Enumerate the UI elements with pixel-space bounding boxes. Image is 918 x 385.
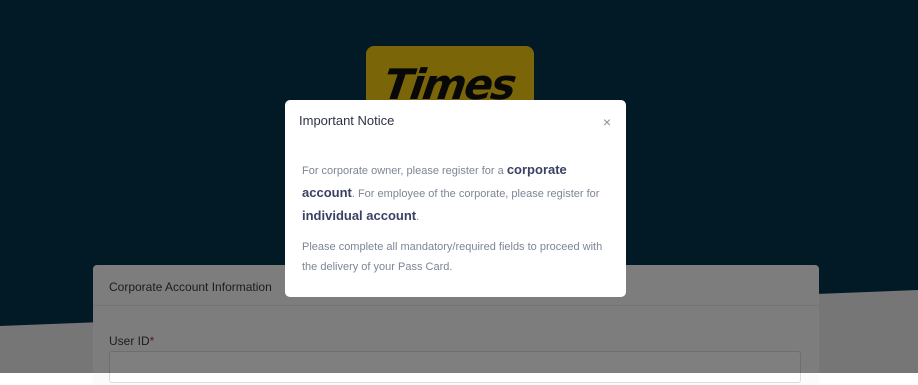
notice-text-1e: . (416, 211, 420, 223)
individual-account-emphasis: individual account (302, 208, 417, 223)
modal-body: For corporate owner, please register for… (302, 159, 614, 277)
important-notice-modal: Important Notice × For corporate owner, … (285, 100, 626, 297)
close-button[interactable]: × (599, 114, 615, 130)
notice-text-1a: For corporate owner, please register for… (302, 165, 507, 177)
close-icon: × (602, 114, 612, 130)
modal-title: Important Notice (299, 113, 395, 128)
notice-text-1c: . For employee of the corporate, please … (351, 188, 600, 200)
notice-paragraph-1: For corporate owner, please register for… (302, 159, 614, 228)
notice-paragraph-2: Please complete all mandatory/required f… (302, 241, 603, 273)
